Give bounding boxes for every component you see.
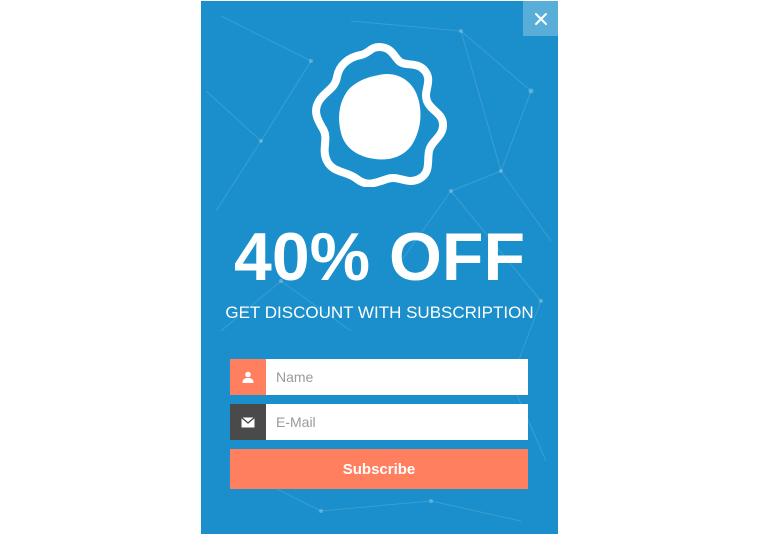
email-field-row — [230, 404, 528, 440]
close-button[interactable] — [523, 1, 558, 36]
subscribe-button[interactable]: Subscribe — [230, 449, 528, 489]
email-input[interactable] — [266, 404, 528, 440]
discount-popup: 40% OFF GET DISCOUNT WITH SUBSCRIPTION S… — [201, 1, 558, 534]
discount-headline: 40% OFF — [234, 219, 525, 295]
envelope-icon — [230, 404, 266, 440]
user-icon — [230, 359, 266, 395]
name-field-row — [230, 359, 528, 395]
gear-icon — [312, 43, 447, 187]
name-input[interactable] — [266, 359, 528, 395]
discount-subheadline: GET DISCOUNT WITH SUBSCRIPTION — [225, 303, 534, 322]
close-icon — [534, 12, 547, 25]
